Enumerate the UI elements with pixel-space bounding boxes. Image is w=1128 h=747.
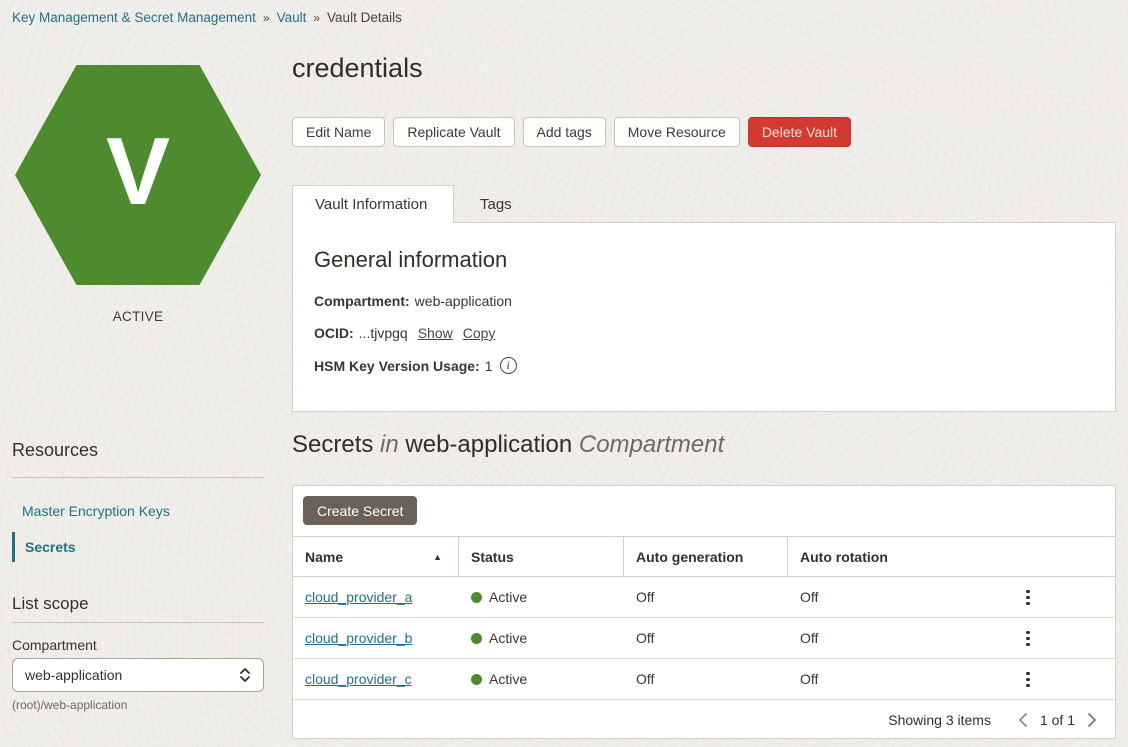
ocid-field-label: OCID: bbox=[314, 325, 354, 341]
secrets-section-heading: Secrets in web-application Compartment bbox=[292, 431, 724, 459]
secret-link[interactable]: cloud_provider_c bbox=[305, 671, 412, 687]
next-page-icon[interactable] bbox=[1081, 712, 1102, 728]
auto-generation-value: Off bbox=[624, 630, 788, 646]
breadcrumb: Key Management & Secret Management » Vau… bbox=[12, 10, 402, 25]
vault-initial: V bbox=[106, 124, 170, 220]
move-resource-button[interactable]: Move Resource bbox=[614, 117, 740, 147]
status-text: Active bbox=[489, 630, 527, 646]
status-active-icon bbox=[471, 633, 482, 644]
breadcrumb-current: Vault Details bbox=[327, 10, 402, 25]
secrets-compartment-name: web-application bbox=[405, 431, 572, 458]
table-header-row: Name ▲ Status Auto generation Auto rotat… bbox=[293, 536, 1115, 577]
hsm-usage-value: 1 bbox=[485, 358, 493, 374]
column-header-name[interactable]: Name ▲ bbox=[293, 537, 459, 576]
list-scope-divider bbox=[12, 622, 264, 623]
ocid-field-value: ...tjvpgq bbox=[359, 325, 408, 341]
compartment-select-value: web-application bbox=[25, 667, 239, 683]
compartment-select[interactable]: web-application bbox=[12, 658, 264, 692]
page-title: credentials bbox=[292, 53, 423, 84]
previous-page-icon[interactable] bbox=[1013, 712, 1034, 728]
resources-divider bbox=[12, 477, 264, 478]
status-text: Active bbox=[489, 589, 527, 605]
sidebar-item-master-encryption-keys[interactable]: Master Encryption Keys bbox=[12, 503, 170, 519]
in-word: in bbox=[380, 431, 399, 458]
auto-rotation-value: Off bbox=[788, 630, 1115, 646]
status-text: Active bbox=[489, 671, 527, 687]
row-actions-kebab-icon[interactable] bbox=[1021, 618, 1035, 659]
tab-vault-information[interactable]: Vault Information bbox=[292, 185, 454, 223]
vault-information-panel: General information Compartment: web-app… bbox=[292, 222, 1116, 412]
vault-status-label: ACTIVE bbox=[0, 309, 276, 324]
list-scope-heading: List scope bbox=[12, 594, 89, 614]
secrets-table-panel: Create Secret Name ▲ Status Auto generat… bbox=[292, 485, 1116, 739]
hsm-usage-label: HSM Key Version Usage: bbox=[314, 358, 480, 374]
compartment-field-value: web-application bbox=[415, 293, 512, 309]
page-indicator: 1 of 1 bbox=[1040, 712, 1075, 728]
edit-name-button[interactable]: Edit Name bbox=[292, 117, 385, 147]
resources-heading: Resources bbox=[12, 440, 98, 461]
select-updown-icon bbox=[239, 666, 251, 684]
secrets-word: Secrets bbox=[292, 431, 373, 458]
column-header-auto-generation[interactable]: Auto generation bbox=[624, 537, 788, 576]
replicate-vault-button[interactable]: Replicate Vault bbox=[393, 117, 514, 147]
action-buttons: Edit Name Replicate Vault Add tags Move … bbox=[292, 117, 851, 147]
delete-vault-button[interactable]: Delete Vault bbox=[748, 117, 851, 147]
auto-rotation-value: Off bbox=[788, 671, 1115, 687]
general-information-heading: General information bbox=[314, 247, 1094, 273]
breadcrumb-link-vault[interactable]: Vault bbox=[277, 10, 307, 25]
table-row: cloud_provider_c Active Off Off bbox=[293, 659, 1115, 700]
status-active-icon bbox=[471, 674, 482, 685]
auto-rotation-value: Off bbox=[788, 589, 1115, 605]
tab-tags[interactable]: Tags bbox=[454, 185, 538, 223]
showing-items-text: Showing 3 items bbox=[888, 712, 991, 728]
compartment-row: Compartment: web-application bbox=[314, 293, 1094, 309]
secrets-toolbar: Create Secret bbox=[293, 486, 1115, 536]
info-icon[interactable]: i bbox=[500, 357, 517, 374]
column-header-auto-rotation[interactable]: Auto rotation bbox=[788, 537, 1115, 576]
vault-hexagon-icon: V bbox=[15, 65, 261, 285]
row-actions-kebab-icon[interactable] bbox=[1021, 659, 1035, 700]
ocid-row: OCID: ...tjvpgq Show Copy bbox=[314, 325, 1094, 341]
row-actions-kebab-icon[interactable] bbox=[1021, 577, 1035, 618]
sort-ascending-icon[interactable]: ▲ bbox=[433, 552, 442, 562]
breadcrumb-separator-icon: » bbox=[313, 11, 320, 25]
compartment-field-label: Compartment: bbox=[314, 293, 410, 309]
sidebar-item-secrets[interactable]: Secrets bbox=[12, 532, 76, 562]
tab-bar: Vault Information Tags bbox=[292, 185, 538, 223]
pagination-bar: Showing 3 items 1 of 1 bbox=[293, 700, 1115, 740]
compartment-label: Compartment bbox=[12, 637, 97, 653]
table-row: cloud_provider_a Active Off Off bbox=[293, 577, 1115, 618]
breadcrumb-separator-icon: » bbox=[263, 11, 270, 25]
auto-generation-value: Off bbox=[624, 671, 788, 687]
secret-link[interactable]: cloud_provider_a bbox=[305, 589, 412, 605]
ocid-copy-link[interactable]: Copy bbox=[463, 325, 496, 341]
hsm-usage-row: HSM Key Version Usage: 1 i bbox=[314, 357, 1094, 374]
secret-link[interactable]: cloud_provider_b bbox=[305, 630, 412, 646]
breadcrumb-link-kms[interactable]: Key Management & Secret Management bbox=[12, 10, 256, 25]
status-active-icon bbox=[471, 592, 482, 603]
compartment-path: (root)/web-application bbox=[12, 698, 127, 712]
column-header-status[interactable]: Status bbox=[459, 537, 624, 576]
table-row: cloud_provider_b Active Off Off bbox=[293, 618, 1115, 659]
compartment-word: Compartment bbox=[579, 431, 724, 458]
create-secret-button[interactable]: Create Secret bbox=[303, 496, 417, 525]
auto-generation-value: Off bbox=[624, 589, 788, 605]
add-tags-button[interactable]: Add tags bbox=[523, 117, 606, 147]
ocid-show-link[interactable]: Show bbox=[418, 325, 453, 341]
